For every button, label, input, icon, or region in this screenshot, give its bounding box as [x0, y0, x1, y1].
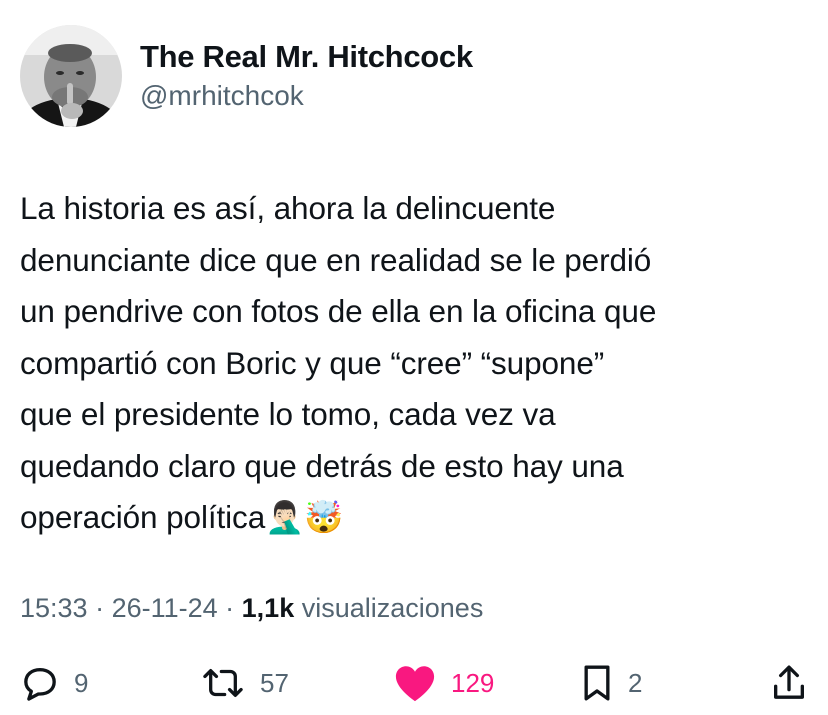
tweet-line: un pendrive con fotos de ella en la ofic… [20, 293, 657, 329]
reply-button[interactable]: 9 [20, 660, 88, 706]
action-bar: 9 57 129 2 [0, 660, 828, 706]
user-handle[interactable]: @mrhitchcok [140, 78, 473, 114]
tweet-header: The Real Mr. Hitchcock @mrhitchcok [20, 24, 473, 128]
tweet-line: La historia es así, ahora la delincuente [20, 190, 556, 226]
tweet-date[interactable]: 26-11-24 [112, 593, 218, 623]
tweet-text: La historia es así, ahora la delincuente… [20, 183, 810, 545]
reply-icon [20, 663, 60, 703]
tweet-last-line: operación política🤦🏻‍♂️🤯 [20, 492, 810, 545]
reply-count: 9 [74, 667, 89, 698]
display-name[interactable]: The Real Mr. Hitchcock [140, 38, 473, 76]
bookmark-button[interactable]: 2 [580, 660, 642, 706]
tweet-emojis: 🤦🏻‍♂️🤯 [265, 500, 344, 536]
bookmark-count: 2 [628, 667, 643, 698]
tweet-meta: 15:33 · 26-11-24 · 1,1k visualizaciones [20, 590, 483, 626]
retweet-count: 57 [260, 667, 289, 698]
share-icon [770, 663, 808, 703]
views-label: visualizaciones [301, 593, 484, 623]
views-count: 1,1k [241, 593, 295, 623]
like-button[interactable]: 129 [393, 660, 494, 706]
user-names: The Real Mr. Hitchcock @mrhitchcok [140, 38, 473, 114]
tweet-line: denunciante dice que en realidad se le p… [20, 241, 652, 278]
avatar[interactable] [20, 25, 122, 127]
meta-separator: · [217, 593, 242, 623]
bookmark-icon [580, 663, 614, 703]
retweet-button[interactable]: 57 [200, 660, 289, 706]
retweet-icon [200, 663, 246, 703]
like-count: 129 [451, 667, 495, 698]
heart-icon [393, 663, 437, 703]
tweet-line: compartió con Boric y que “cree” “supone… [20, 344, 605, 381]
share-button[interactable] [770, 660, 808, 706]
tweet-time[interactable]: 15:33 [20, 593, 88, 623]
tweet-line: operación política [20, 499, 266, 535]
tweet-line: que el presidente lo tomo, cada vez va [20, 396, 556, 432]
meta-separator: · [87, 593, 112, 623]
tweet-line: quedando claro que detrás de esto hay un… [20, 447, 624, 484]
